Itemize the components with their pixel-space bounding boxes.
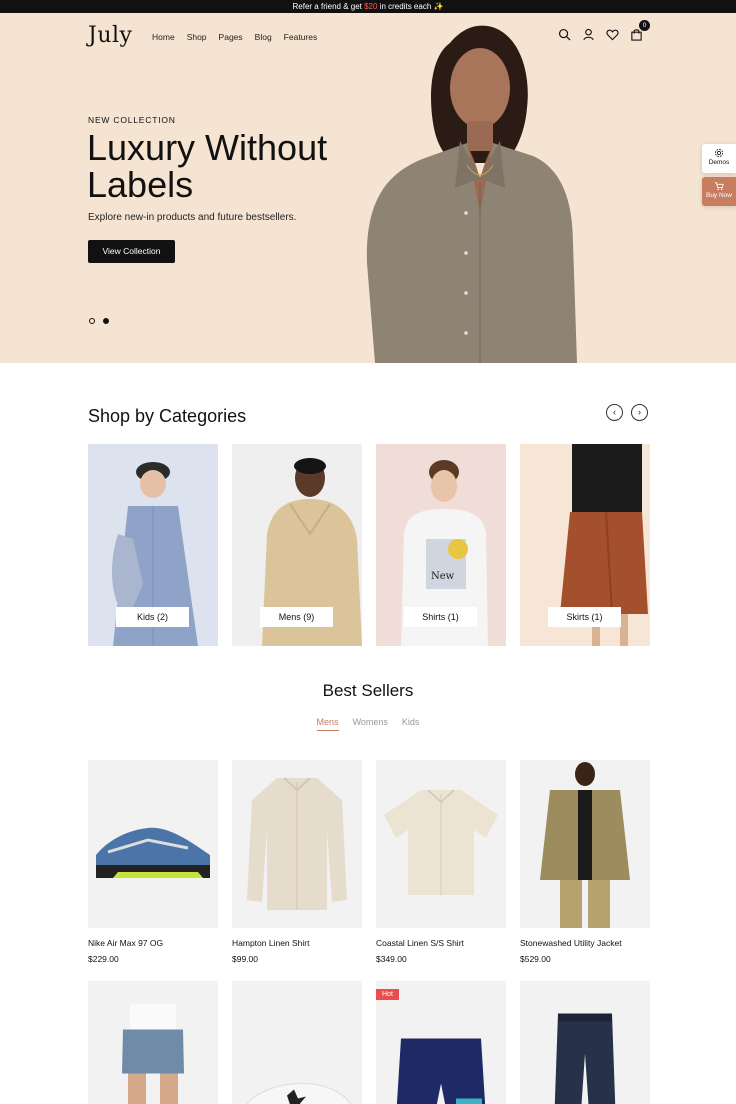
product-name[interactable]: Stonewashed Utility Jacket [520, 938, 650, 948]
site-logo[interactable]: July [88, 23, 132, 48]
prev-arrow-button[interactable]: ‹ [606, 404, 623, 421]
product-image [88, 981, 218, 1104]
category-label-skirts: Skirts (1) [548, 607, 621, 627]
product-image [376, 760, 506, 928]
buy-now-label: Buy Now [705, 192, 732, 199]
slider-dot-2[interactable] [103, 318, 109, 324]
header-icons: 0 [558, 20, 650, 41]
categories-arrows: ‹ › [606, 404, 648, 421]
slider-dot-1[interactable] [89, 318, 95, 324]
cart-count-badge: 0 [639, 20, 650, 31]
tab-womens[interactable]: Womens [353, 717, 388, 731]
category-label-mens: Mens (9) [260, 607, 333, 627]
side-tabs: Demos Buy Now [702, 144, 736, 210]
product-image: Hot [376, 981, 506, 1104]
hero-subline: Explore new-in products and future bests… [88, 212, 297, 223]
demos-tab[interactable]: Demos [702, 144, 736, 173]
nav-blog[interactable]: Blog [255, 32, 272, 42]
product-card[interactable]: Coastal Linen S/S Shirt $349.00 [376, 760, 506, 964]
nav-home[interactable]: Home [152, 32, 175, 42]
category-card-mens[interactable]: Mens (9) [232, 444, 362, 646]
product-card[interactable]: Hampton Linen Shirt $99.00 [232, 760, 362, 964]
cart-bag-icon[interactable]: 0 [630, 20, 650, 41]
slider-dots [89, 318, 109, 324]
categories-carousel: Kids (2) Mens (9) New Shirts (1) Skirts … [88, 444, 650, 646]
hot-badge: Hot [376, 989, 399, 1000]
nav-pages[interactable]: Pages [219, 32, 243, 42]
categories-title: Shop by Categories [88, 406, 247, 426]
demos-label: Demos [708, 159, 730, 166]
product-price: $99.00 [232, 954, 258, 964]
buy-now-tab[interactable]: Buy Now [702, 177, 736, 206]
product-name[interactable]: Hampton Linen Shirt [232, 938, 362, 948]
main-nav: Home Shop Pages Blog Features [152, 32, 317, 42]
product-grid-row-2: Hot [88, 981, 650, 1104]
category-label-shirts: Shirts (1) [404, 607, 477, 627]
best-sellers-tabs: Mens Womens Kids [0, 717, 736, 731]
svg-text:New: New [431, 571, 455, 582]
best-sellers-title: Best Sellers [322, 681, 414, 700]
category-label-kids: Kids (2) [116, 607, 189, 627]
next-arrow-button[interactable]: › [631, 404, 648, 421]
gear-icon [714, 148, 724, 158]
cart-icon [714, 182, 724, 191]
category-card-kids[interactable]: Kids (2) [88, 444, 218, 646]
product-price: $529.00 [520, 954, 551, 964]
product-image [232, 981, 362, 1104]
product-card[interactable]: Stonewashed Utility Jacket $529.00 [520, 760, 650, 964]
product-name[interactable]: Coastal Linen S/S Shirt [376, 938, 506, 948]
search-icon[interactable] [558, 28, 571, 41]
product-image [520, 981, 650, 1104]
nav-shop[interactable]: Shop [187, 32, 207, 42]
product-card[interactable] [232, 981, 362, 1104]
product-price: $349.00 [376, 954, 407, 964]
category-card-skirts[interactable]: Skirts (1) [520, 444, 650, 646]
announcement-text-end: in credits each ✨ [377, 2, 444, 11]
wishlist-heart-icon[interactable] [606, 28, 619, 41]
tab-mens[interactable]: Mens [316, 717, 339, 731]
hero-model-image [366, 25, 577, 363]
view-collection-button[interactable]: View Collection [88, 240, 175, 263]
product-price: $229.00 [88, 954, 119, 964]
product-card[interactable]: Nike Air Max 97 OG $229.00 [88, 760, 218, 964]
category-card-shirts[interactable]: New Shirts (1) [376, 444, 506, 646]
product-name[interactable]: Nike Air Max 97 OG [88, 938, 218, 948]
product-image [520, 760, 650, 928]
announcement-text: Refer a friend & get [292, 2, 365, 11]
product-image [232, 760, 362, 928]
nav-features[interactable]: Features [284, 32, 318, 42]
hero-headline: Luxury Without Labels [87, 127, 328, 205]
product-grid: Nike Air Max 97 OG $229.00 Hampton Linen… [88, 760, 650, 964]
account-icon[interactable] [582, 28, 595, 41]
product-card[interactable]: Hot [376, 981, 506, 1104]
product-image [88, 760, 218, 928]
product-card[interactable] [88, 981, 218, 1104]
product-card[interactable] [520, 981, 650, 1104]
hero-eyebrow: NEW COLLECTION [88, 115, 176, 125]
announcement-bar: Refer a friend & get $20 in credits each… [0, 0, 736, 13]
announcement-amount: $20 [364, 2, 378, 11]
hero-banner: July Home Shop Pages Blog Features 0 NEW… [0, 13, 736, 363]
tab-kids[interactable]: Kids [402, 717, 420, 731]
